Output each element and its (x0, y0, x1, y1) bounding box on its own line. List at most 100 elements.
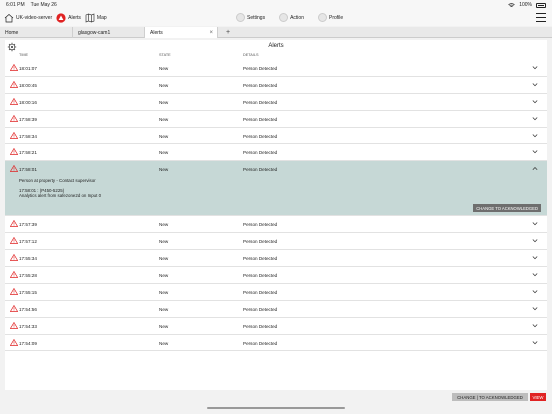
alert-time: 18:01:07 (19, 66, 37, 71)
alert-details: Person Detected (243, 222, 278, 228)
alert-details: Person Detected (243, 99, 278, 105)
alert-row[interactable]: 18:00:16 New Person Detected (5, 94, 547, 111)
alert-row[interactable]: 18:01:07 New Person Detected (5, 60, 547, 77)
tab-glasgow-cam1[interactable]: glasgow-cam1 (73, 27, 145, 38)
header-time: TIME (19, 53, 29, 57)
alert-state: New (159, 289, 169, 295)
alerts-label: Alerts (68, 15, 81, 21)
view-button[interactable]: VIEW (530, 393, 546, 401)
alert-details: Person Detected (243, 306, 278, 312)
alert-row[interactable]: 17:55:28 New Person Detected (5, 267, 547, 284)
warning-icon (10, 148, 18, 156)
alert-row[interactable]: 17:57:12 New Person Detected (5, 233, 547, 251)
chevron-down-icon[interactable] (532, 99, 538, 104)
alert-row[interactable]: 17:57:39 New Person Detected (5, 216, 547, 234)
tab-label: glasgow-cam1 (78, 29, 111, 36)
chevron-down-icon[interactable] (532, 306, 538, 311)
chevron-down-icon[interactable] (532, 340, 538, 345)
warning-icon (10, 237, 18, 245)
action-button[interactable]: Action (279, 13, 304, 22)
alert-row[interactable]: 17:58:39 New Person Detected (5, 111, 547, 128)
change-to-acknowledged-button[interactable]: CHANGE | TO ACKNOWLEDGED (452, 393, 528, 401)
chevron-down-icon[interactable] (532, 149, 538, 154)
chevron-down-icon[interactable] (532, 82, 538, 87)
alert-row[interactable]: 17:54:33 New Person Detected (5, 318, 547, 335)
acknowledge-button[interactable]: CHANGE TO ACKNOWLEDGED (473, 204, 541, 213)
header-details: DETAILS (243, 53, 259, 57)
warning-icon (10, 64, 18, 71)
status-date: Tue May 26 (30, 2, 57, 8)
alert-details: Person Detected (243, 167, 278, 173)
chevron-up-icon[interactable] (532, 166, 538, 171)
warning-icon (10, 80, 18, 88)
chevron-down-icon[interactable] (532, 238, 538, 243)
alert-details: Person Detected (243, 273, 278, 279)
alert-row-expanded[interactable]: 17:58:01 New Person Detected Person at p… (5, 161, 547, 217)
toolbar: UK-video-server Alerts Map Settings Acti… (0, 10, 552, 26)
table-header: TIME STATE DETAILS (5, 53, 547, 59)
alert-row[interactable]: 17:55:34 New Person Detected (5, 250, 547, 268)
battery-icon (536, 2, 546, 8)
alert-state: New (159, 99, 169, 105)
alert-state: New (159, 133, 169, 139)
warning-icon (10, 114, 18, 122)
alert-time: 17:57:12 (19, 239, 37, 245)
header-state: STATE (159, 53, 171, 57)
alert-row[interactable]: 17:54:09 New Person Detected (5, 335, 547, 352)
warning-icon (10, 321, 18, 329)
profile-button[interactable]: Profile (317, 13, 344, 22)
alert-details: Person Detected (243, 256, 278, 262)
alert-state: New (159, 66, 169, 71)
alert-time: 17:55:34 (19, 256, 37, 262)
settings-icon (236, 13, 245, 22)
action-label: Action (290, 14, 304, 21)
alert-time: 17:55:15 (19, 289, 37, 295)
chevron-down-icon[interactable] (532, 65, 538, 70)
tab-label: Home (5, 29, 19, 36)
tab-home[interactable]: Home (0, 27, 73, 38)
chevron-down-icon[interactable] (532, 255, 538, 260)
status-bar: 6:01 PM Tue May 26 100% (0, 0, 552, 10)
alert-state: New (159, 116, 169, 122)
chevron-down-icon[interactable] (532, 133, 538, 138)
bottom-bar: CHANGE | TO ACKNOWLEDGED VIEW (0, 392, 552, 402)
alert-state: New (159, 150, 169, 156)
tab-alerts[interactable]: Alerts × (145, 27, 218, 38)
warning-icon (10, 304, 18, 312)
alert-row[interactable]: 17:58:21 New Person Detected (5, 144, 547, 162)
chevron-down-icon[interactable] (532, 116, 538, 121)
warning-icon (10, 287, 18, 295)
hamburger-menu-icon[interactable] (536, 13, 546, 22)
alert-message: Person at property - Contact supervisor (19, 178, 96, 184)
alert-row[interactable]: 17:55:15 New Person Detected (5, 284, 547, 301)
warning-icon (10, 271, 18, 278)
chevron-down-icon[interactable] (532, 289, 538, 294)
map-button[interactable]: Map (85, 13, 107, 23)
close-tab-icon[interactable]: × (209, 30, 213, 36)
alert-details: Person Detected (243, 239, 278, 245)
alert-row[interactable]: 17:54:56 New Person Detected (5, 301, 547, 318)
alert-state: New (159, 167, 169, 173)
alerts-list: 18:01:07 New Person Detected 18:00:45 New Per… (5, 60, 547, 352)
server-label: UK-video-server (16, 15, 53, 21)
settings-label: Settings (247, 14, 266, 21)
server-button[interactable]: UK-video-server (4, 13, 52, 23)
add-tab-button[interactable]: + (218, 27, 238, 37)
chevron-down-icon[interactable] (532, 323, 538, 328)
alert-state: New (159, 323, 169, 329)
alert-row[interactable]: 17:58:34 New Person Detected (5, 128, 547, 145)
chevron-down-icon[interactable] (532, 221, 538, 226)
status-time: 6:01 PM (6, 2, 25, 8)
chevron-down-icon[interactable] (532, 272, 538, 277)
alert-time: 17:55:28 (19, 273, 37, 279)
alert-details: Person Detected (243, 82, 278, 88)
alert-row[interactable]: 18:00:45 New Person Detected (5, 77, 547, 94)
settings-button[interactable]: Settings (236, 13, 265, 22)
panel-title: Alerts (268, 43, 284, 49)
alert-details: Person Detected (243, 150, 278, 156)
wifi-icon (508, 2, 515, 7)
alert-state: New (159, 82, 169, 88)
profile-label: Profile (328, 14, 344, 21)
alert-icon (56, 13, 66, 23)
alerts-button[interactable]: Alerts (56, 13, 81, 23)
